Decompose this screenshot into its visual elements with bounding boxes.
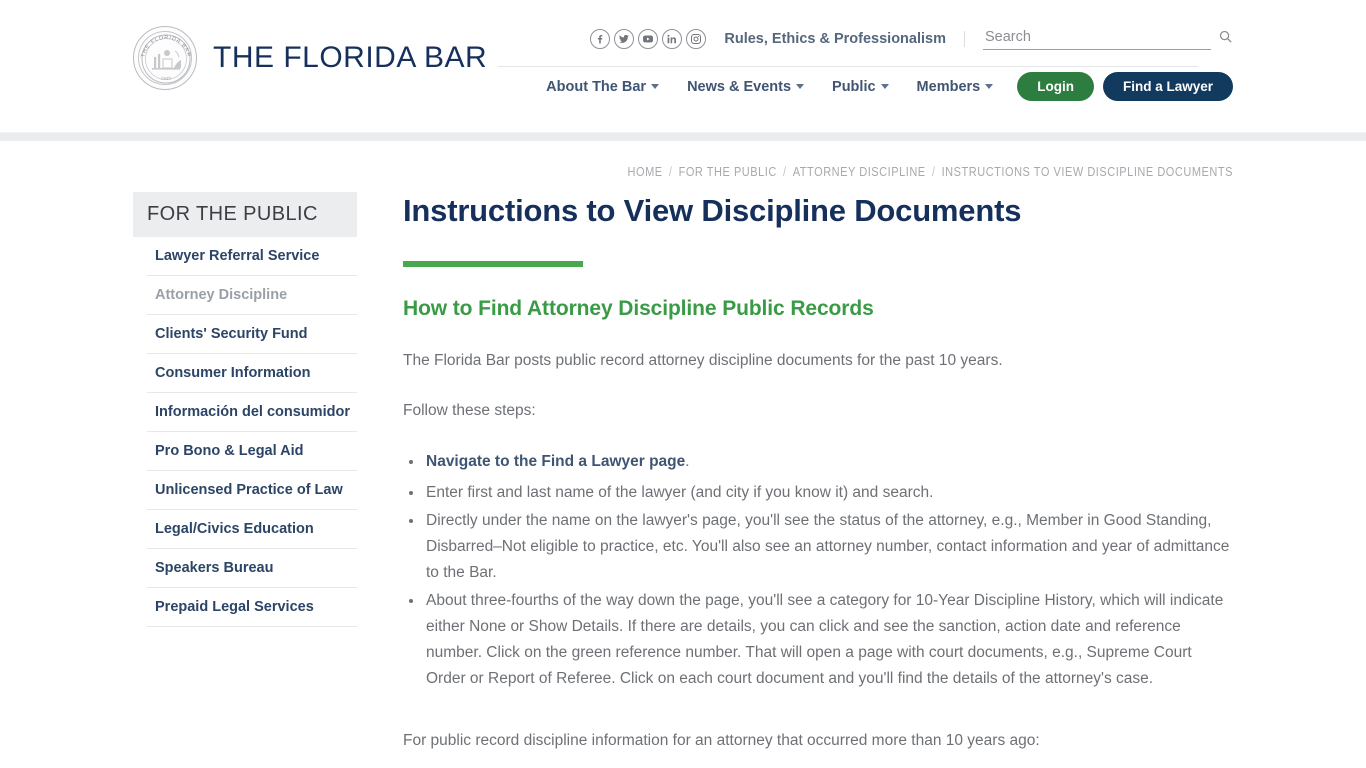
breadcrumb-item-attorney-discipline[interactable]: ATTORNEY DISCIPLINE	[793, 165, 926, 179]
sidebar-item-informacion-del-consumidor[interactable]: Información del consumidor	[147, 393, 357, 432]
nav-label: Public	[832, 78, 876, 95]
breadcrumb-separator: /	[783, 165, 787, 179]
nav-item-members[interactable]: Members	[903, 73, 1008, 101]
step-item-1: Navigate to the Find a Lawyer page.	[403, 449, 1233, 478]
nav-label: News & Events	[687, 78, 792, 95]
breadcrumb-separator: /	[931, 165, 936, 179]
brand-name: THE FLORIDA BAR	[213, 41, 488, 74]
sidebar-heading: FOR THE PUBLIC	[133, 192, 357, 237]
brand-lockup[interactable]: THE FLORIDA BAR 1949 THE FLORIDA BAR	[133, 26, 487, 90]
site-header: THE FLORIDA BAR 1949 THE FLORIDA BAR Rul…	[0, 0, 1366, 133]
nav-item-about-the-bar[interactable]: About The Bar	[532, 73, 673, 101]
twitter-icon[interactable]	[614, 29, 635, 49]
section-subtitle: How to Find Attorney Discipline Public R…	[403, 297, 874, 321]
find-a-lawyer-button[interactable]: Find a Lawyer	[1102, 72, 1233, 101]
find-a-lawyer-link[interactable]: Navigate to the Find a Lawyer page	[426, 453, 685, 470]
sidebar: FOR THE PUBLIC Lawyer Referral Service A…	[133, 192, 357, 627]
breadcrumb-item-home[interactable]: HOME	[628, 165, 663, 179]
sidebar-item-unlicensed-practice-of-law[interactable]: Unlicensed Practice of Law	[147, 471, 357, 510]
nav-label: About The Bar	[546, 78, 647, 95]
svg-text:1949: 1949	[160, 75, 172, 81]
breadcrumb: HOME / FOR THE PUBLIC / ATTORNEY DISCIPL…	[628, 165, 1233, 179]
page-title: Instructions to View Discipline Document…	[403, 193, 1022, 228]
sidebar-item-pro-bono-legal-aid[interactable]: Pro Bono & Legal Aid	[147, 432, 357, 471]
intro-paragraph: The Florida Bar posts public record atto…	[403, 352, 1003, 370]
login-button[interactable]: Login	[1017, 72, 1094, 101]
step-item-2: Enter first and last name of the lawyer …	[403, 480, 1233, 506]
florida-bar-seal-icon: THE FLORIDA BAR 1949	[133, 26, 197, 90]
step-item-4: About three-fourths of the way down the …	[403, 588, 1233, 692]
breadcrumb-item-current: INSTRUCTIONS TO VIEW DISCIPLINE DOCUMENT…	[941, 165, 1233, 179]
search-icon[interactable]	[1218, 29, 1233, 49]
sidebar-item-attorney-discipline[interactable]: Attorney Discipline	[147, 276, 357, 315]
instagram-icon[interactable]	[686, 29, 707, 49]
main-content: Instructions to View Discipline Document…	[357, 192, 1233, 768]
chevron-down-icon	[985, 84, 994, 89]
search-input[interactable]	[983, 26, 1211, 50]
nav-item-news-events[interactable]: News & Events	[673, 73, 818, 101]
facebook-icon[interactable]	[590, 29, 611, 49]
breadcrumb-item-for-the-public[interactable]: FOR THE PUBLIC	[679, 165, 777, 179]
steps-list: Navigate to the Find a Lawyer page. Ente…	[403, 449, 1233, 692]
breadcrumb-wrap: HOME / FOR THE PUBLIC / ATTORNEY DISCIPL…	[133, 141, 1233, 181]
chevron-down-icon	[796, 84, 805, 89]
step-item-3: Directly under the name on the lawyer's …	[403, 508, 1233, 586]
nav-label: Members	[916, 78, 981, 95]
linkedin-icon[interactable]	[662, 29, 683, 49]
sidebar-item-legal-civics-education[interactable]: Legal/Civics Education	[147, 510, 357, 549]
chevron-down-icon	[651, 84, 660, 89]
brand-divider-rule	[498, 66, 1198, 67]
header-inner: THE FLORIDA BAR 1949 THE FLORIDA BAR Rul…	[133, 0, 1233, 133]
header-utility-row: Rules, Ethics & Professionalism	[590, 25, 1233, 53]
header-bottom-band	[0, 133, 1366, 141]
older-records-paragraph: For public record discipline information…	[403, 731, 1040, 749]
social-links	[590, 29, 707, 49]
title-underline-rule	[403, 261, 583, 268]
sidebar-list: Lawyer Referral Service Attorney Discipl…	[133, 237, 357, 627]
main-navigation: About The Bar News & Events Public Membe…	[532, 72, 1233, 101]
sidebar-item-consumer-information[interactable]: Consumer Information	[147, 354, 357, 393]
nav-item-public[interactable]: Public	[818, 73, 903, 101]
sidebar-item-speakers-bureau[interactable]: Speakers Bureau	[147, 549, 357, 588]
sidebar-item-clients-security-fund[interactable]: Clients' Security Fund	[147, 315, 357, 354]
page-layout: FOR THE PUBLIC Lawyer Referral Service A…	[133, 181, 1233, 768]
chevron-down-icon	[880, 84, 889, 89]
breadcrumb-separator: /	[668, 165, 673, 179]
follow-steps-label: Follow these steps:	[403, 402, 536, 420]
sidebar-item-lawyer-referral-service[interactable]: Lawyer Referral Service	[147, 237, 357, 276]
rules-ethics-link[interactable]: Rules, Ethics & Professionalism	[724, 31, 965, 47]
sidebar-item-prepaid-legal-services[interactable]: Prepaid Legal Services	[147, 588, 357, 627]
step1-period: .	[685, 453, 690, 471]
search-box[interactable]	[983, 26, 1233, 52]
youtube-icon[interactable]	[638, 29, 659, 49]
